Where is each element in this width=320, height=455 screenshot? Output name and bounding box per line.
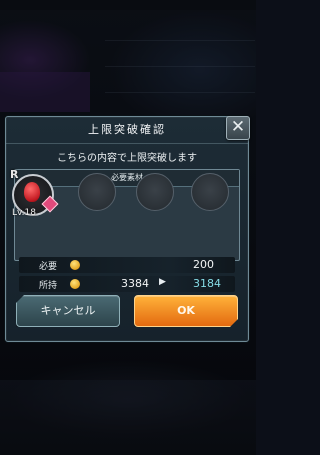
coin-icon (70, 279, 80, 289)
close-button[interactable]: ✕ (226, 116, 250, 140)
required-value: 200 (193, 258, 214, 271)
empty-material-slot[interactable] (78, 173, 116, 211)
close-icon: ✕ (230, 117, 246, 137)
empty-material-slot[interactable] (191, 173, 229, 211)
required-row: 必要 200 (19, 257, 235, 273)
cancel-button[interactable]: キャンセル (16, 295, 120, 327)
limit-break-dialog: 上限突破確認 こちらの内容で上限突破します 必要素材 必要 200 所持 338… (5, 116, 249, 342)
required-label: 必要 (39, 262, 58, 272)
red-creature-icon (24, 182, 40, 202)
owned-label: 所持 (39, 281, 58, 291)
dialog-subtitle: こちらの内容で上限突破します (57, 153, 197, 164)
unit-level: Lv.18 (12, 208, 36, 218)
dialog-title: 上限突破確認 (6, 117, 248, 144)
owned-row: 所持 3384 ▶ 3184 (19, 276, 235, 292)
owned-before-value: 3384 (121, 277, 149, 290)
empty-material-slot[interactable] (136, 173, 174, 211)
material-unit-card[interactable]: R Lv.18 (10, 168, 59, 218)
arrow-right-icon: ▶ (159, 277, 166, 287)
coin-icon (70, 260, 80, 270)
owned-after-value: 3184 (193, 277, 221, 290)
ok-button[interactable]: OK (134, 295, 238, 327)
rarity-badge: R (10, 168, 19, 181)
